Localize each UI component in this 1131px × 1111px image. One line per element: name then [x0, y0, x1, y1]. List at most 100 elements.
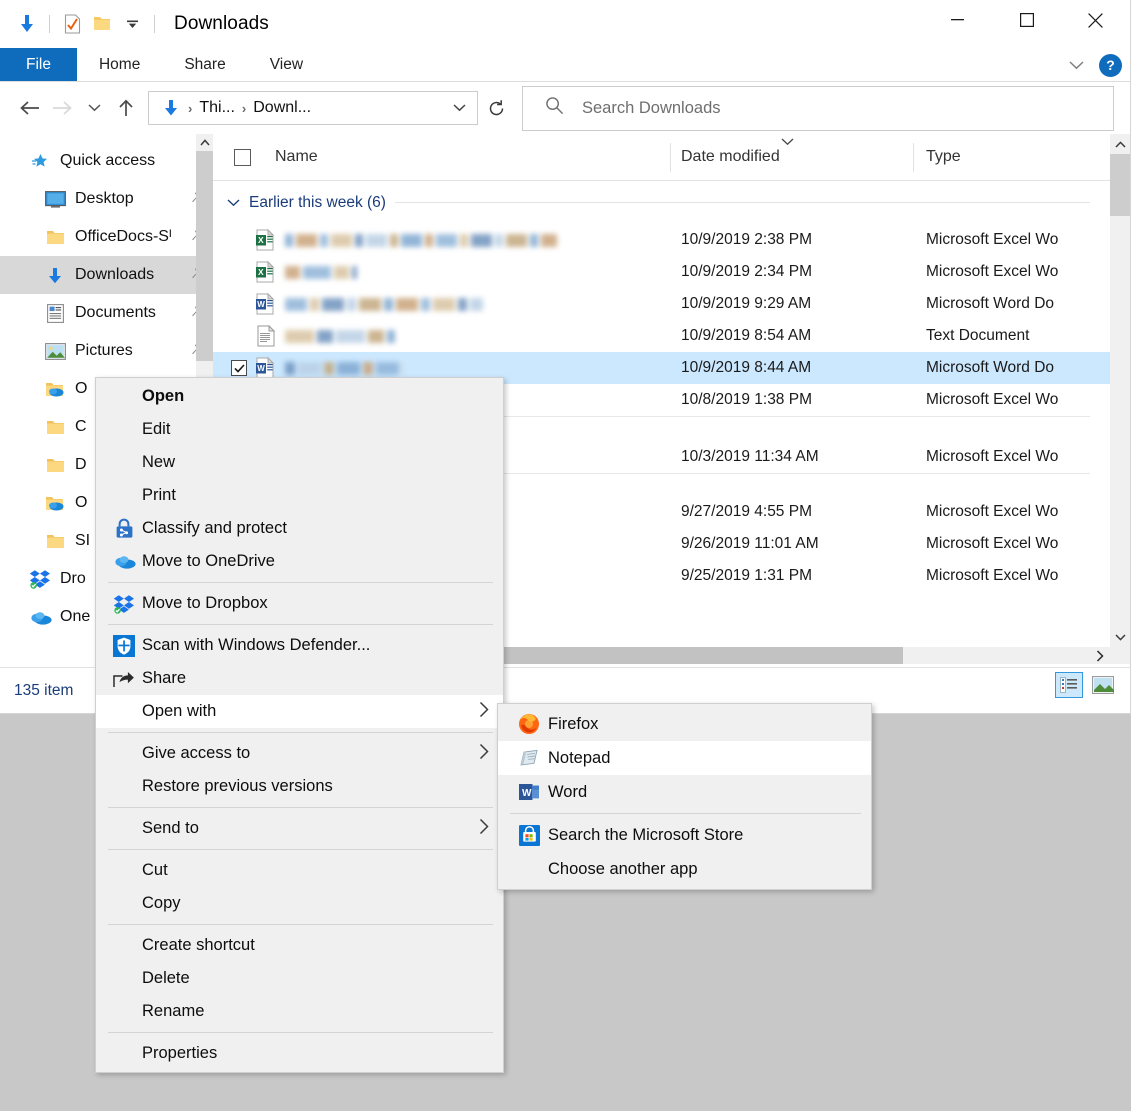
menu-item-move-to-dropbox[interactable]: Move to Dropbox [96, 587, 503, 620]
file-row[interactable]: 10/9/2019 8:54 AMText Document [213, 320, 1130, 352]
refresh-icon[interactable] [478, 91, 514, 125]
menu-item-open-with[interactable]: Open with [96, 695, 503, 728]
open-with-word[interactable]: WWord [498, 775, 871, 809]
file-row[interactable]: X10/9/2019 2:38 PMMicrosoft Excel Wo [213, 224, 1130, 256]
file-type-cell: Microsoft Word Do [914, 359, 1104, 377]
menu-separator [108, 807, 493, 808]
address-bar[interactable]: › Thi... › Downl... [148, 91, 478, 125]
recent-locations-chevron-icon[interactable] [78, 92, 110, 124]
back-arrow-icon[interactable] [14, 92, 46, 124]
file-context-menu: OpenEditNewPrintClassify and protectMove… [95, 377, 504, 1073]
menu-separator [108, 624, 493, 625]
context-menu-items: OpenEditNewPrintClassify and protectMove… [96, 380, 503, 1070]
column-header-name[interactable]: Name [271, 134, 671, 181]
column-header-date-modified[interactable]: Date modified [671, 134, 914, 181]
up-arrow-icon[interactable] [110, 92, 142, 124]
menu-item-restore-previous-versions[interactable]: Restore previous versions [96, 770, 503, 803]
open-with-search-the-microsoft-store[interactable]: Search the Microsoft Store [498, 818, 871, 852]
sidebar-item-officedocs-s[interactable]: OfficeDocs-Sᴵ [0, 218, 213, 256]
search-placeholder: Search Downloads [582, 99, 721, 118]
sidebar-scroll-thumb[interactable] [196, 151, 213, 361]
quick-access-toolbar [0, 9, 162, 39]
menu-item-rename[interactable]: Rename [96, 995, 503, 1028]
new-folder-icon[interactable] [87, 9, 117, 39]
sidebar-scroll-up-icon[interactable] [196, 134, 213, 151]
breadcrumb-this-pc[interactable]: Thi... [195, 99, 239, 117]
menu-item-properties[interactable]: Properties [96, 1037, 503, 1070]
open-with-notepad[interactable]: Notepad [498, 741, 871, 775]
scroll-up-icon[interactable] [1110, 134, 1130, 154]
large-icons-view-button[interactable] [1089, 672, 1117, 698]
open-with-firefox[interactable]: Firefox [498, 707, 871, 741]
forward-arrow-icon[interactable] [46, 92, 78, 124]
sidebar-item-documents[interactable]: Documents [0, 294, 213, 332]
menu-item-move-to-onedrive[interactable]: Move to OneDrive [96, 545, 503, 578]
open-with-items: FirefoxNotepadWWord Search the Microsoft … [498, 707, 871, 886]
menu-item-copy[interactable]: Copy [96, 887, 503, 920]
file-row[interactable]: X10/9/2019 2:34 PMMicrosoft Excel Wo [213, 256, 1130, 288]
search-icon [545, 96, 564, 120]
properties-icon[interactable] [57, 9, 87, 39]
menu-item-cut[interactable]: Cut [96, 854, 503, 887]
maximize-button[interactable] [992, 0, 1061, 40]
search-input[interactable]: Search Downloads [522, 86, 1114, 131]
checkbox-box [234, 149, 251, 166]
group-header-earlier-this-week[interactable]: Earlier this week (6) [213, 181, 1130, 224]
menu-item-create-shortcut[interactable]: Create shortcut [96, 929, 503, 962]
file-type-cell: Microsoft Excel Wo [914, 391, 1104, 409]
help-button[interactable]: ? [1099, 54, 1122, 77]
breadcrumb-separator-1: › [185, 101, 195, 116]
vertical-scroll-thumb[interactable] [1110, 154, 1130, 216]
menu-item-label: Give access to [142, 744, 250, 763]
group-chevron-down-icon[interactable] [221, 194, 240, 212]
menu-item-print[interactable]: Print [96, 479, 503, 512]
file-row[interactable]: W10/9/2019 9:29 AMMicrosoft Word Do [213, 288, 1130, 320]
menu-separator [108, 1032, 493, 1033]
sidebar-item-quick-access[interactable]: Quick access [0, 142, 213, 180]
row-checkbox[interactable] [213, 360, 251, 376]
file-list-vertical-scrollbar[interactable] [1110, 134, 1130, 664]
breadcrumb-downloads[interactable]: Downl... [249, 99, 315, 117]
file-name-cell [279, 330, 671, 343]
scroll-down-icon[interactable] [1110, 627, 1130, 647]
open-with-choose-another-app[interactable]: Choose another app [498, 852, 871, 886]
column-headers: Name Date modified Type [213, 134, 1130, 181]
tab-home[interactable]: Home [77, 48, 162, 81]
menu-item-label: Properties [142, 1044, 217, 1063]
minimize-button[interactable] [923, 0, 992, 40]
address-dropdown-chevron-icon[interactable] [447, 104, 471, 112]
horizontal-scroll-thumb[interactable] [448, 647, 903, 664]
downloads-arrow-icon[interactable] [12, 9, 42, 39]
column-label-date: Date modified [681, 148, 780, 166]
customize-chevron-icon[interactable] [117, 9, 147, 39]
lock-shield-icon [106, 518, 142, 539]
share-icon [106, 669, 142, 688]
menu-item-label: Delete [142, 969, 190, 988]
menu-item-give-access-to[interactable]: Give access to [96, 737, 503, 770]
scroll-right-icon[interactable] [1090, 647, 1110, 664]
sidebar-item-label: OfficeDocs-Sᴵ [75, 228, 172, 246]
sidebar-item-downloads[interactable]: Downloads [0, 256, 213, 294]
sidebar-item-desktop[interactable]: Desktop [0, 180, 213, 218]
menu-item-edit[interactable]: Edit [96, 413, 503, 446]
menu-item-scan-with-windows-defender[interactable]: Scan with Windows Defender... [96, 629, 503, 662]
column-header-type[interactable]: Type [914, 134, 1094, 181]
menu-item-classify-and-protect[interactable]: Classify and protect [96, 512, 503, 545]
details-view-button[interactable] [1055, 672, 1083, 698]
menu-item-open[interactable]: Open [96, 380, 503, 413]
chevron-down-icon[interactable] [1063, 52, 1089, 78]
tab-view[interactable]: View [248, 48, 325, 81]
menu-item-delete[interactable]: Delete [96, 962, 503, 995]
menu-item-share[interactable]: Share [96, 662, 503, 695]
file-date-cell: 10/8/2019 1:38 PM [671, 391, 914, 409]
sidebar-item-pictures[interactable]: Pictures [0, 332, 213, 370]
close-button[interactable] [1061, 0, 1130, 40]
breadcrumb-root-icon[interactable] [159, 97, 183, 119]
open-with-label: Choose another app [548, 860, 698, 879]
menu-item-send-to[interactable]: Send to [96, 812, 503, 845]
sidebar-item-label: C [75, 418, 87, 436]
tab-file[interactable]: File [0, 48, 77, 81]
tab-share[interactable]: Share [162, 48, 247, 81]
select-all-checkbox[interactable] [213, 134, 271, 181]
menu-item-new[interactable]: New [96, 446, 503, 479]
